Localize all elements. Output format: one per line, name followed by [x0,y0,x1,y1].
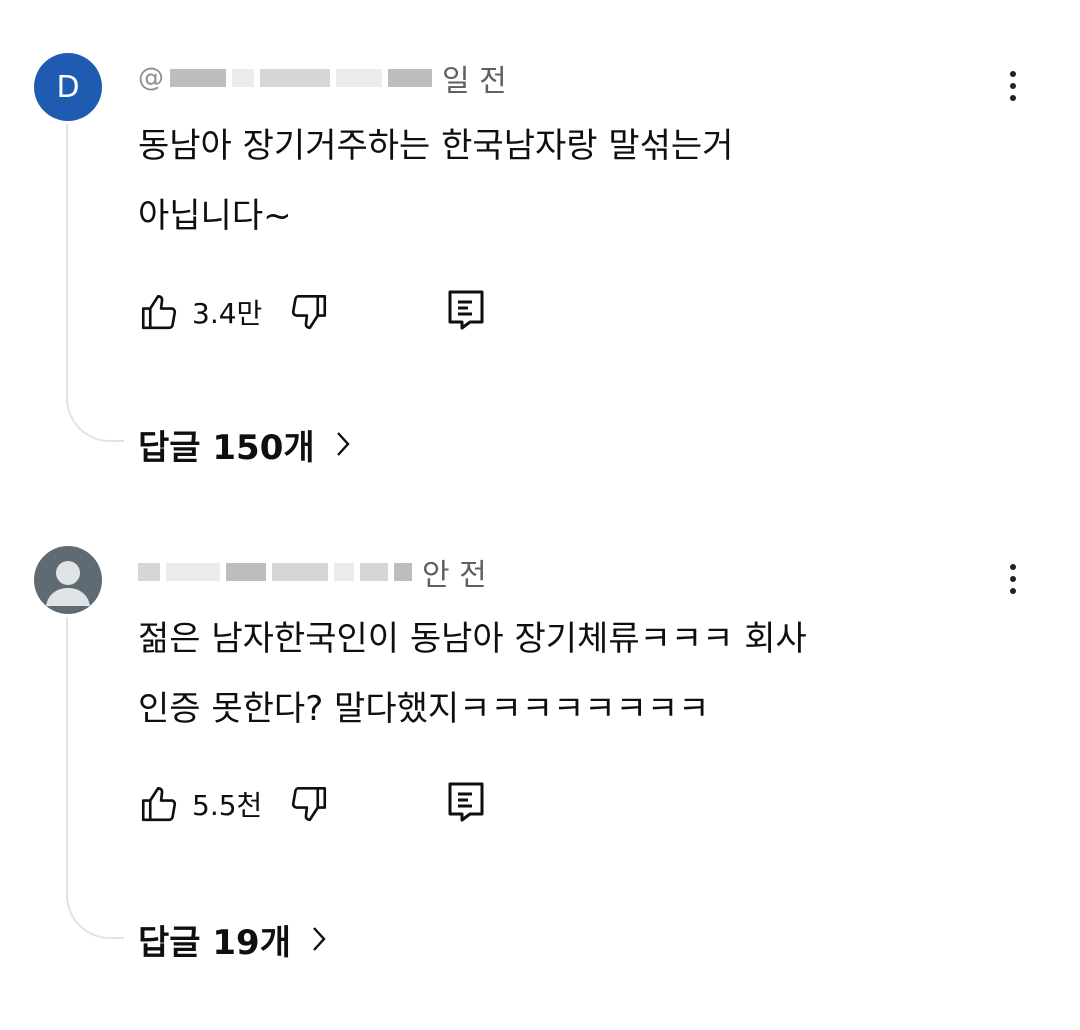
thumb-down-icon[interactable] [288,291,330,333]
comment-meta: 안 전 [138,554,487,593]
more-vert-icon[interactable] [996,64,1030,108]
comment-text-line: 아닙니다~ [138,196,292,236]
thumb-down-icon[interactable] [288,783,330,825]
like-count: 3.4만 [192,297,263,330]
redacted-author [336,69,382,87]
avatar-letter: D [56,69,80,105]
avatar[interactable]: D [34,53,102,121]
comment-text-line: 젊은 남자한국인이 동남아 장기체류ㅋㅋㅋ 회사 [138,619,807,659]
default-avatar-icon [46,561,90,606]
comment-text-line: 인증 못한다? 말다했지ㅋㅋㅋㅋㅋㅋㅋㅋ [138,689,710,729]
redacted-author [226,563,266,581]
redacted-author [388,69,432,87]
redacted-author [360,563,388,581]
author-prefix: @ [138,63,164,93]
comment-meta: @ 일 전 [138,60,507,99]
comment-text-line: 동남아 장기거주하는 한국남자랑 말섞는거 [138,126,734,166]
comment-reply-icon[interactable] [446,780,486,824]
comment-time: 일 전 [442,64,507,99]
replies-label: 답글 19개 [138,922,291,963]
thumb-up-icon[interactable] [138,291,180,333]
thumb-up-icon[interactable] [138,783,180,825]
redacted-author [394,563,412,581]
redacted-author [272,563,328,581]
chevron-right-icon [311,925,327,953]
comment-actions: 5.5천 [138,780,484,828]
replies-label: 답글 150개 [138,427,315,468]
redacted-author [232,69,254,87]
redacted-author [260,69,330,87]
comment-text: 젊은 남자한국인이 동남아 장기체류ㅋㅋㅋ 회사 인증 못한다? 말다했지ㅋㅋㅋ… [138,604,998,744]
redacted-author [166,563,220,581]
thread-line [66,617,124,939]
more-vert-icon[interactable] [996,557,1030,601]
like-count: 5.5천 [192,789,263,822]
comment-reply-icon[interactable] [446,288,486,332]
replies-button[interactable]: 답글 19개 [138,914,327,964]
comment-time: 안 전 [422,558,487,593]
thread-line [66,124,124,442]
redacted-author[interactable] [138,563,160,581]
comment-actions: 3.4만 [138,288,484,336]
redacted-author[interactable] [170,69,226,87]
chevron-right-icon [335,430,351,458]
redacted-author [334,563,354,581]
replies-button[interactable]: 답글 150개 [138,419,351,469]
comment-text: 동남아 장기거주하는 한국남자랑 말섞는거 아닙니다~ [138,111,998,251]
avatar[interactable] [34,546,102,614]
